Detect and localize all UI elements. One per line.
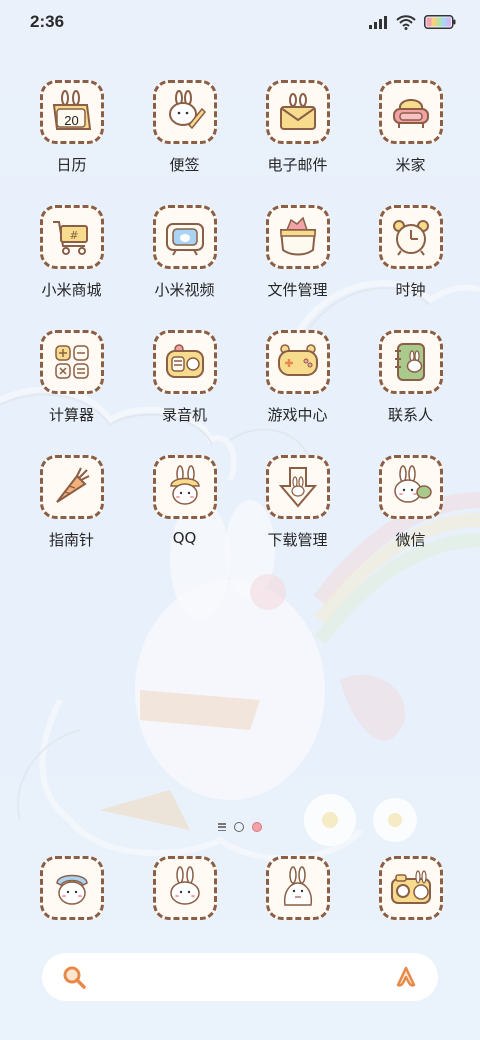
- app-label: 计算器: [48, 406, 94, 424]
- app-downloads[interactable]: 下载管理: [241, 455, 354, 566]
- app-icon-frame[interactable]: 20: [39, 80, 104, 144]
- app-mi-video[interactable]: 小米视频: [128, 205, 241, 316]
- app-icon-frame[interactable]: [378, 330, 443, 394]
- shopping-cart-icon: #: [52, 221, 88, 255]
- app-icon-frame[interactable]: [378, 455, 443, 519]
- camera-bunny-icon: [390, 870, 431, 904]
- alarm-clock-icon: [392, 220, 429, 256]
- calendar-icon: [52, 90, 91, 130]
- app-calendar[interactable]: 20 日历: [15, 80, 128, 191]
- page-list-icon[interactable]: [218, 823, 226, 831]
- recorder-icon: [165, 344, 204, 378]
- sofa-icon: [392, 99, 429, 128]
- status-time: 2:36: [30, 12, 65, 31]
- notes-icon: [168, 90, 206, 130]
- phone-bunny-icon: [55, 874, 88, 905]
- app-icon-frame[interactable]: [265, 80, 330, 144]
- app-icon-frame[interactable]: [152, 856, 217, 920]
- app-icon-frame[interactable]: [378, 205, 443, 269]
- battery-icon: [424, 15, 456, 29]
- app-icon-frame[interactable]: #: [39, 205, 104, 269]
- app-label: 日历: [56, 156, 87, 174]
- dock-app-phone[interactable]: [15, 856, 128, 926]
- signal-icon: [369, 16, 387, 29]
- bunny-chat-icon: [393, 465, 432, 503]
- bunny-hat-icon: [169, 465, 200, 505]
- app-icon-frame[interactable]: [39, 455, 104, 519]
- mail-icon: [279, 93, 316, 130]
- app-label: 小米商城: [41, 281, 102, 299]
- contacts-book-icon: [394, 343, 425, 381]
- status-bar: 2:36: [0, 0, 480, 44]
- app-icon-frame[interactable]: [39, 330, 104, 394]
- app-recorder[interactable]: 录音机: [128, 330, 241, 441]
- message-bunny-icon: [169, 866, 200, 905]
- wifi-icon: [396, 15, 416, 30]
- app-label: 文件管理: [267, 281, 328, 299]
- download-arrow-icon: [278, 467, 317, 508]
- app-label: 游戏中心: [267, 406, 328, 424]
- app-label: 米家: [395, 156, 426, 174]
- app-label: QQ: [172, 529, 197, 547]
- app-icon-frame[interactable]: [378, 856, 443, 920]
- app-label: 时钟: [395, 281, 426, 299]
- app-mi-store[interactable]: # 小米商城: [15, 205, 128, 316]
- app-mail[interactable]: 电子邮件: [241, 80, 354, 191]
- app-label: 联系人: [387, 406, 433, 424]
- app-icon-frame[interactable]: [152, 455, 217, 519]
- app-label: 下载管理: [267, 531, 328, 549]
- page-dot[interactable]: [234, 822, 244, 832]
- tv-icon: [165, 223, 204, 256]
- app-notes[interactable]: 便签: [128, 80, 241, 191]
- calculator-icon: [54, 345, 89, 379]
- app-game-center[interactable]: 游戏中心: [241, 330, 354, 441]
- folder-basket-icon: [279, 216, 316, 256]
- app-label: 微信: [395, 531, 426, 549]
- app-mijia[interactable]: 米家: [354, 80, 467, 191]
- app-grid: 20 日历 便签 电子邮件 米家 # 小米商城 小米视频 文件管理 时钟 计算器…: [0, 80, 480, 566]
- svg-text:#: #: [69, 229, 78, 242]
- app-icon-frame[interactable]: [378, 80, 443, 144]
- app-label: 指南针: [48, 531, 94, 549]
- app-label: 录音机: [161, 406, 207, 424]
- compass-carrot-icon: [55, 467, 89, 503]
- browser-bunny-icon: [283, 866, 312, 906]
- status-icons: [368, 14, 456, 30]
- app-icon-frame[interactable]: [265, 205, 330, 269]
- dock-app-browser[interactable]: [241, 856, 354, 926]
- app-qq[interactable]: QQ: [128, 455, 241, 566]
- dock: [0, 856, 480, 926]
- app-label: 小米视频: [154, 281, 215, 299]
- app-compass[interactable]: 指南针: [15, 455, 128, 566]
- app-contacts[interactable]: 联系人: [354, 330, 467, 441]
- page-indicator[interactable]: [0, 822, 480, 832]
- app-label: 电子邮件: [267, 156, 328, 174]
- app-icon-frame[interactable]: [39, 856, 104, 920]
- app-icon-frame[interactable]: [265, 330, 330, 394]
- app-clock[interactable]: 时钟: [354, 205, 467, 316]
- app-wechat[interactable]: 微信: [354, 455, 467, 566]
- assistant-icon[interactable]: [392, 963, 420, 991]
- app-icon-frame[interactable]: [265, 455, 330, 519]
- app-file-manager[interactable]: 文件管理: [241, 205, 354, 316]
- app-calculator[interactable]: 计算器: [15, 330, 128, 441]
- search-bar[interactable]: [42, 953, 438, 1001]
- search-icon[interactable]: [60, 963, 88, 991]
- app-icon-frame[interactable]: [152, 80, 217, 144]
- page-dot-active[interactable]: [252, 822, 262, 832]
- gamepad-icon: [277, 344, 318, 376]
- dock-app-camera[interactable]: [354, 856, 467, 926]
- app-label: 便签: [169, 156, 200, 174]
- app-icon-frame[interactable]: [152, 205, 217, 269]
- app-icon-frame[interactable]: [152, 330, 217, 394]
- calendar-date-badge: 20: [64, 113, 79, 128]
- app-icon-frame[interactable]: [265, 856, 330, 920]
- dock-app-messages[interactable]: [128, 856, 241, 926]
